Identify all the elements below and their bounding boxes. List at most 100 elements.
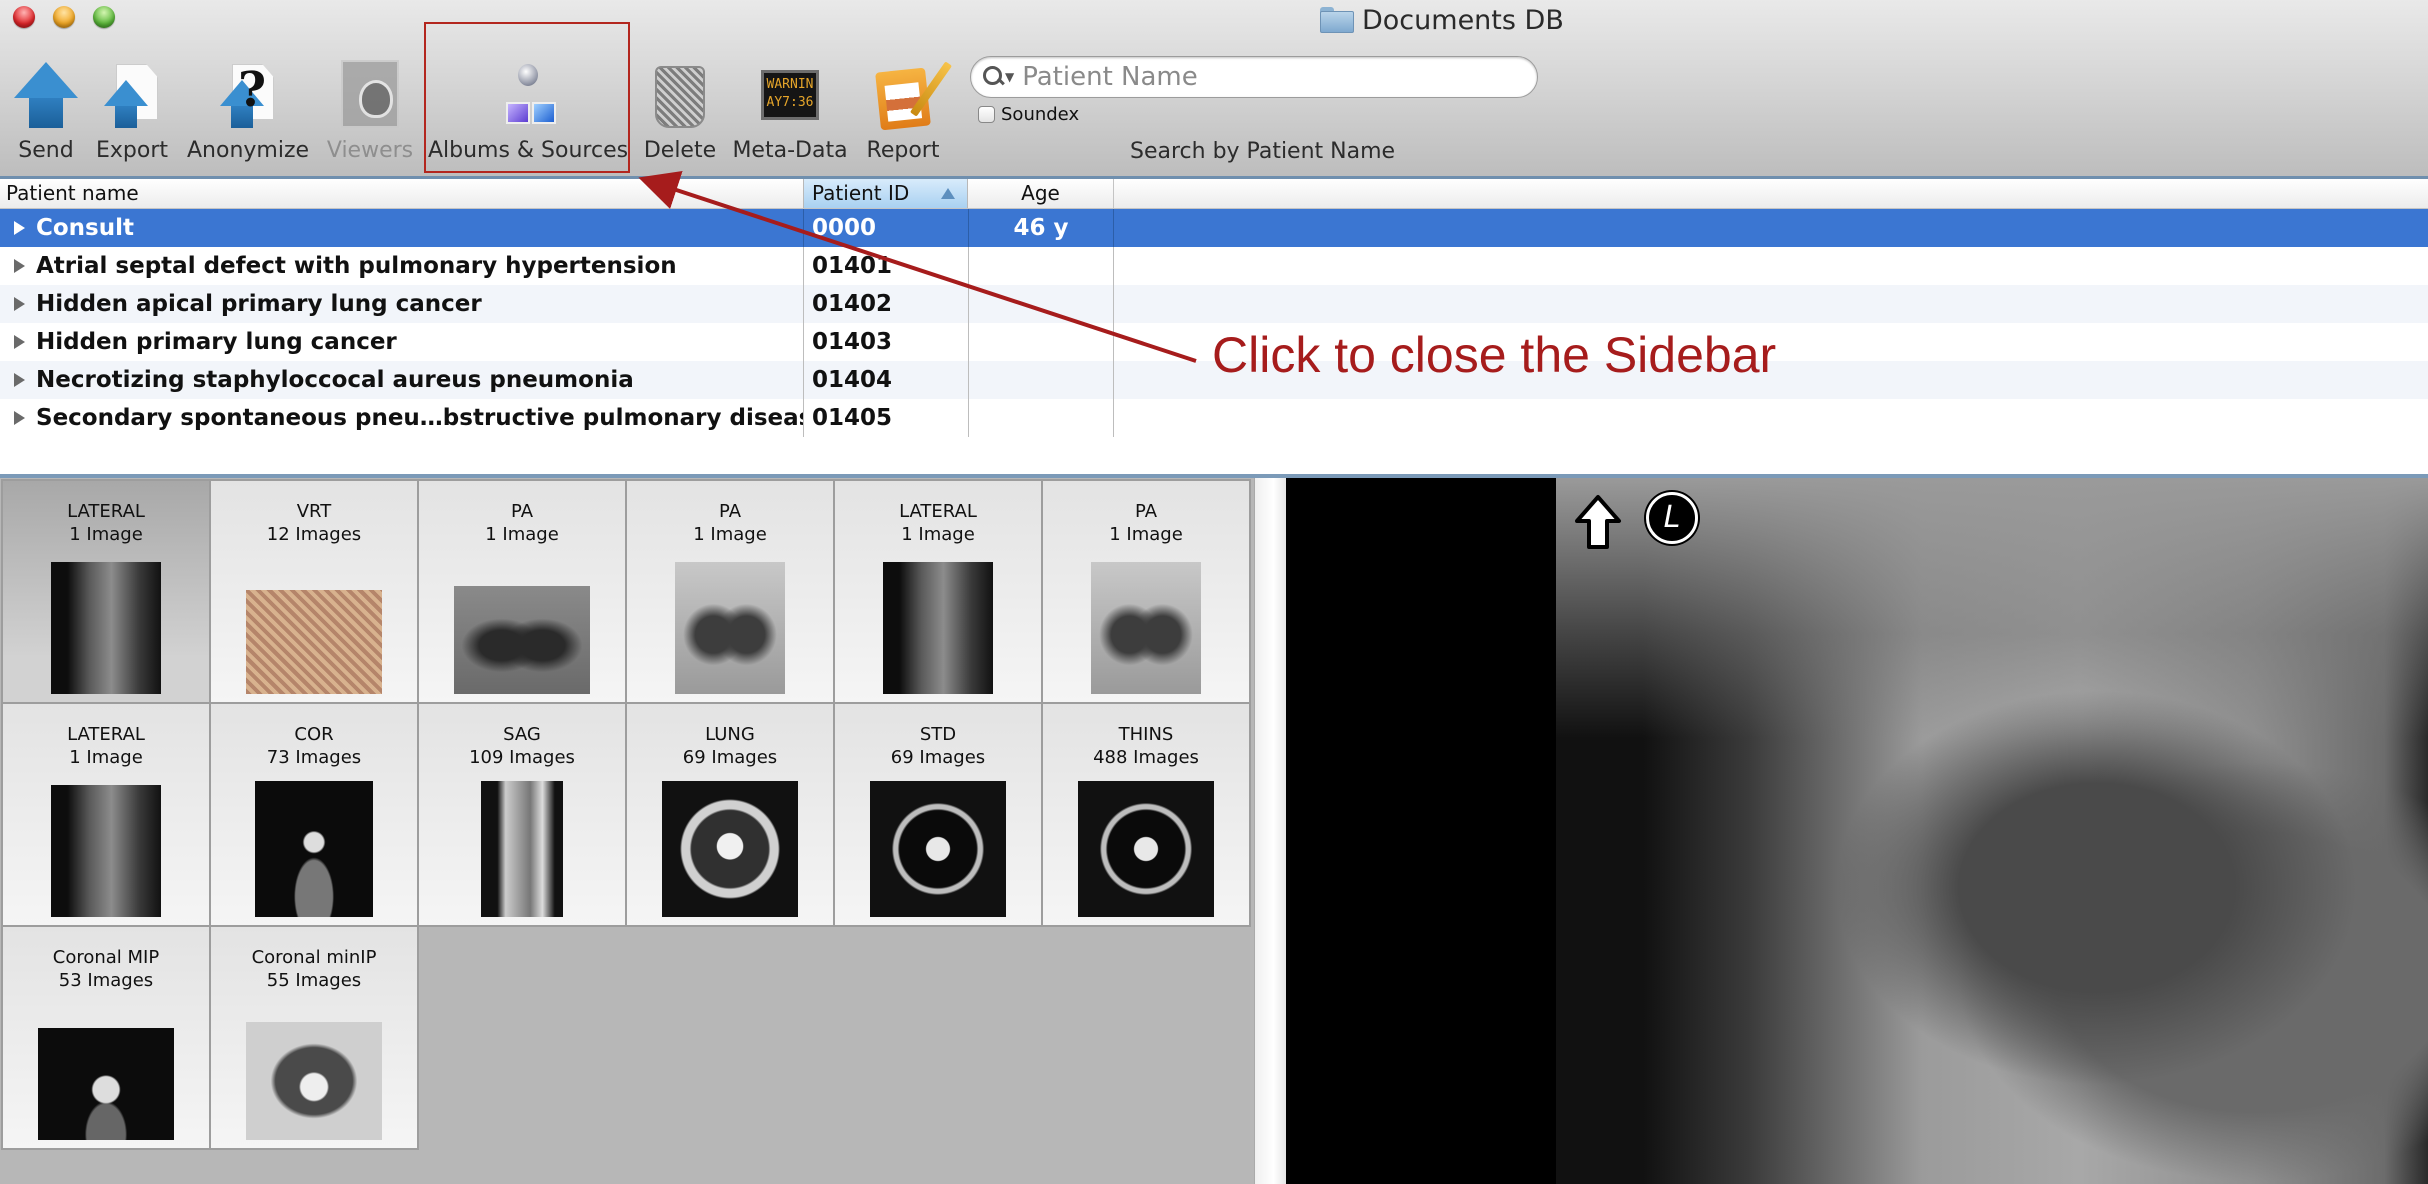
up-arrow-icon: [1575, 495, 1621, 549]
series-thumbnail[interactable]: COR 73 Images: [209, 702, 419, 927]
series-name: LATERAL: [67, 724, 145, 745]
disclosure-triangle-icon[interactable]: [14, 411, 25, 425]
patient-id: 0000: [803, 209, 968, 247]
series-preview-image: [675, 562, 785, 694]
disclosure-triangle-icon[interactable]: [14, 259, 25, 273]
metadata-label: Meta-Data: [732, 138, 848, 163]
send-label: Send: [18, 138, 74, 163]
series-image-count: 69 Images: [890, 747, 986, 768]
column-header-age[interactable]: Age: [968, 179, 1114, 208]
anonymize-label: Anonymize: [186, 138, 310, 163]
metadata-button[interactable]: WARNIN AY7:36 Meta-Data: [732, 58, 848, 170]
table-row[interactable]: Secondary spontaneous pneu…bstructive pu…: [0, 399, 2428, 437]
series-thumbnail[interactable]: PA 1 Image: [625, 479, 835, 704]
series-thumbnail[interactable]: LATERAL 1 Image: [833, 479, 1043, 704]
export-document-icon: [94, 58, 170, 128]
series-thumbnail[interactable]: PA 1 Image: [417, 479, 627, 704]
series-thumbnail[interactable]: STD 69 Images: [833, 702, 1043, 927]
series-name: SAG: [503, 724, 541, 745]
series-thumbnail[interactable]: Coronal MIP 53 Images: [1, 925, 211, 1150]
minimize-window-button[interactable]: [53, 6, 75, 28]
series-name: LUNG: [705, 724, 755, 745]
series-preview-image: [246, 590, 382, 694]
close-window-button[interactable]: [13, 6, 35, 28]
table-row[interactable]: Consult 0000 46 y: [0, 209, 2428, 247]
export-label: Export: [95, 138, 168, 163]
image-viewer[interactable]: [1286, 478, 2428, 1184]
export-button[interactable]: Export: [94, 58, 170, 170]
patient-name: Necrotizing staphyloccocal aureus pneumo…: [36, 367, 634, 393]
series-image-count: 55 Images: [266, 970, 362, 991]
vertical-splitter[interactable]: [1254, 478, 1286, 1184]
patient-search-field[interactable]: ▼: [970, 56, 1538, 98]
table-row[interactable]: Atrial septal defect with pulmonary hype…: [0, 247, 2428, 285]
patient-age: 46 y: [968, 209, 1114, 247]
series-thumbnail[interactable]: LUNG 69 Images: [625, 702, 835, 927]
patient-name-cell: Secondary spontaneous pneu…bstructive pu…: [0, 399, 803, 437]
toolbar: Documents DB Send Export ? Anonymize Vie…: [0, 0, 2428, 179]
soundex-checkbox-box[interactable]: [978, 106, 995, 123]
series-thumbnails-panel: LATERAL 1 Image VRT 12 Images PA 1 Image PA 1 I…: [0, 478, 1254, 1184]
series-name: LATERAL: [67, 501, 145, 522]
series-image-count: 1 Image: [69, 747, 143, 768]
anonymize-button[interactable]: ? Anonymize: [187, 58, 309, 170]
series-image-count: 69 Images: [682, 747, 778, 768]
table-rows: Consult 0000 46 y Atrial septal defect with…: [0, 209, 2428, 437]
sort-ascending-icon: [941, 188, 955, 199]
led-line-2: AY7:36: [766, 95, 814, 110]
series-thumbnail[interactable]: THINS 488 Images: [1041, 702, 1251, 927]
series-thumbnail[interactable]: Coronal minIP 55 Images: [209, 925, 419, 1150]
disclosure-triangle-icon[interactable]: [14, 221, 25, 235]
soundex-checkbox[interactable]: Soundex: [978, 104, 1079, 125]
series-preview-image: [51, 562, 161, 694]
anonymize-question-icon: ?: [210, 58, 286, 128]
albums-sources-button[interactable]: Albums & Sources: [428, 58, 628, 170]
patient-age: [968, 285, 1114, 323]
series-thumbnail[interactable]: PA 1 Image: [1041, 479, 1251, 704]
viewers-button[interactable]: Viewers: [327, 58, 413, 170]
orientation-marker: L: [1646, 492, 1698, 544]
series-image-count: 488 Images: [1093, 747, 1199, 768]
series-thumbnail[interactable]: LATERAL 1 Image: [1, 702, 211, 927]
folder-icon: [1320, 7, 1354, 33]
series-image-count: 1 Image: [69, 524, 143, 545]
patient-name-cell: Atrial septal defect with pulmonary hype…: [0, 247, 803, 285]
series-thumbnail[interactable]: SAG 109 Images: [417, 702, 627, 927]
column-header-patient-name[interactable]: Patient name: [6, 179, 796, 208]
series-preview-image: [883, 562, 993, 694]
series-preview-image: [1078, 781, 1214, 917]
patient-name-cell: Hidden primary lung cancer: [0, 323, 803, 361]
patient-age: [968, 361, 1114, 399]
patient-name: Hidden primary lung cancer: [36, 329, 397, 355]
disclosure-triangle-icon[interactable]: [14, 297, 25, 311]
table-row[interactable]: Hidden apical primary lung cancer 01402: [0, 285, 2428, 323]
delete-button[interactable]: Delete: [642, 58, 718, 170]
series-thumbnail[interactable]: LATERAL 1 Image: [1, 479, 211, 704]
patient-id: 01402: [803, 285, 968, 323]
series-thumbnail[interactable]: VRT 12 Images: [209, 479, 419, 704]
series-preview-image: [1091, 562, 1201, 694]
series-preview-image: [454, 586, 590, 694]
albums-sources-icon: [490, 58, 566, 128]
column-header-patient-id-label: Patient ID: [812, 181, 910, 205]
patient-name-cell: Consult: [0, 209, 803, 247]
patient-name-cell: Hidden apical primary lung cancer: [0, 285, 803, 323]
patient-search-input[interactable]: [1020, 61, 1505, 93]
column-header-patient-id[interactable]: Patient ID: [803, 179, 968, 208]
send-button[interactable]: Send: [8, 58, 84, 170]
series-image-count: 1 Image: [693, 524, 767, 545]
series-preview-image: [246, 1022, 382, 1140]
zoom-window-button[interactable]: [93, 6, 115, 28]
report-button[interactable]: Report: [864, 58, 953, 170]
table-header: Patient name Patient ID Age: [0, 179, 2428, 209]
report-pages-icon: [865, 58, 953, 131]
search-icon[interactable]: [981, 64, 1007, 90]
disclosure-triangle-icon[interactable]: [14, 335, 25, 349]
albums-sources-label: Albums & Sources: [427, 138, 629, 163]
disclosure-triangle-icon[interactable]: [14, 373, 25, 387]
patient-name: Secondary spontaneous pneu…bstructive pu…: [36, 405, 803, 431]
series-image-count: 1 Image: [485, 524, 559, 545]
series-image-count: 109 Images: [469, 747, 575, 768]
series-name: LATERAL: [899, 501, 977, 522]
soundex-label: Soundex: [1001, 104, 1080, 125]
